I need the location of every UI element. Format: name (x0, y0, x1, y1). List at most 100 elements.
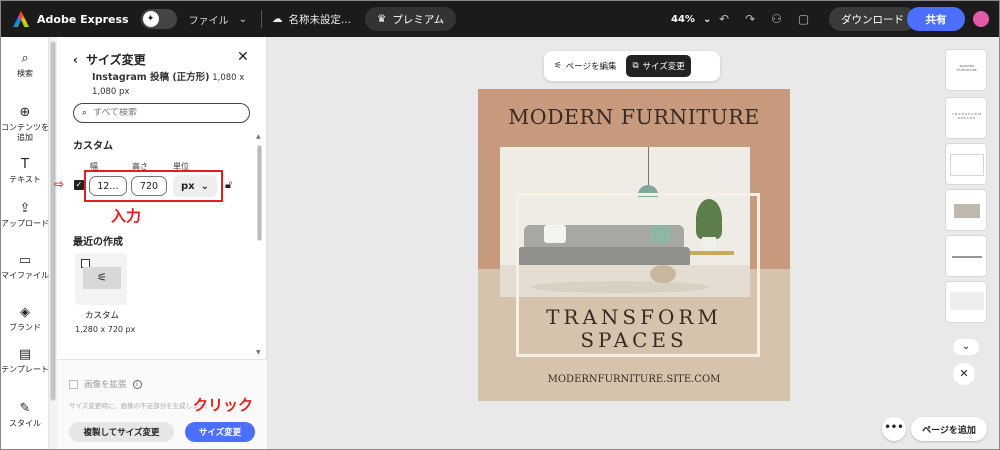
lamp-cord (648, 147, 649, 187)
design-line-2[interactable]: SPACES (478, 328, 790, 352)
duplicate-resize-button[interactable]: 複製してサイズ変更 (69, 422, 174, 442)
page-thumbnail-3[interactable] (945, 143, 987, 185)
text-icon: T (21, 157, 29, 172)
scroll-down-icon[interactable]: ▼ (256, 349, 261, 356)
rail-item-label: 検索 (17, 69, 33, 78)
resize-icon: ⧉ (632, 61, 639, 71)
rail-scrollbar[interactable] (49, 37, 57, 449)
thumb-line (952, 256, 982, 258)
design-canvas[interactable]: MODERN FURNITURE TRANSFORM SPACES MODERN… (478, 89, 790, 401)
zoom-level: 44% (671, 13, 695, 25)
page-thumbnail-1[interactable]: MODERN FURNITURE (945, 49, 987, 91)
document-name-label: 名称未設定... (288, 13, 351, 26)
canvas-toolbar: ⚟ ページを編集 ⧉ サイズ変更 (544, 51, 720, 81)
preset-dims-a: 1,080 x (212, 73, 245, 83)
preset-name: Instagram 投稿 (正方形) (92, 72, 210, 83)
cloud-icon: ☁ (271, 13, 283, 25)
quick-actions-toggle[interactable]: ✦ (140, 9, 177, 29)
page-thumbnails: MODERN FURNITURE TRANSFORM SPACES ⌄ ✕ (931, 37, 999, 449)
rail-item-my-files[interactable]: ▭ マイファイル (1, 253, 49, 281)
chevron-down-icon[interactable]: ⌄ (953, 339, 979, 355)
premium-label: プレミアム (392, 13, 445, 26)
close-icon[interactable]: ✕ (953, 363, 975, 385)
annotation-highlight-box (84, 170, 223, 202)
adobe-express-logo-icon[interactable] (13, 11, 29, 27)
expand-label: 画像を拡張 (84, 380, 127, 390)
annotation-input-label: 入力 (111, 207, 142, 225)
design-title[interactable]: MODERN FURNITURE (478, 105, 790, 129)
preset-info: Instagram 投稿 (正方形) 1,080 x 1,080 px (92, 71, 252, 99)
add-page-button[interactable]: ページを追加 (911, 417, 987, 441)
rail-item-label: アップロード (1, 219, 49, 228)
download-button[interactable]: ダウンロード (829, 7, 916, 31)
lock-icon[interactable]: 🔓︎ (225, 178, 232, 192)
file-menu[interactable]: ファイル ⌄ (189, 12, 247, 27)
scrollbar-thumb[interactable] (50, 41, 56, 401)
style-icon: ✎ (19, 401, 31, 416)
collaborate-icon[interactable]: ⚇ (771, 12, 782, 26)
sparkle-icon: ✦ (142, 11, 159, 27)
thumb-image (954, 204, 980, 218)
recent-section-title: 最近の作成 (73, 237, 123, 248)
rail-item-upload[interactable]: ⇪ アップロード (1, 201, 49, 229)
rail-item-label: コンテンツを追加 (1, 123, 49, 142)
zoom-control[interactable]: 44% ⌄ (671, 1, 711, 37)
rail-item-add-content[interactable]: ⊕ コンテンツを追加 (1, 105, 49, 143)
info-icon[interactable]: i (132, 379, 142, 389)
close-icon[interactable]: ✕ (237, 49, 249, 65)
rail-item-label: ブランド (9, 323, 41, 332)
top-icons: ↶ ↷ ⚇ ▢ (719, 1, 809, 37)
top-bar: Adobe Express ✦ ファイル ⌄ ☁ 名称未設定... ♛ プレミア… (1, 1, 999, 37)
page-thumbnail-6[interactable] (945, 281, 987, 323)
document-name[interactable]: ☁ 名称未設定... (272, 12, 351, 27)
rail-item-label: テンプレート (1, 365, 49, 374)
crown-icon: ♛ (376, 13, 387, 25)
chevron-down-icon: ⌄ (702, 13, 712, 25)
panel-footer: 画像を拡張 i サイズ変更時に、画像の不足部分を生成します。 クリック 複製して… (57, 359, 267, 449)
search-box[interactable]: ⌕ (73, 103, 250, 123)
page-thumbnail-2[interactable]: TRANSFORM SPACES (945, 97, 987, 139)
checkbox-checked-icon[interactable]: ✓ (74, 180, 84, 190)
sliders-icon: ⚟ (554, 61, 562, 71)
design-line-1[interactable]: TRANSFORM (478, 305, 790, 329)
comment-icon[interactable]: ▢ (798, 12, 809, 26)
panel-header: ‹ サイズ変更 (73, 51, 146, 68)
more-options-button[interactable]: ••• (882, 417, 906, 441)
undo-icon[interactable]: ↶ (719, 12, 729, 26)
checkbox[interactable] (69, 379, 78, 389)
panel-title: サイズ変更 (85, 53, 146, 67)
plus-circle-icon: ⊕ (19, 105, 31, 120)
back-arrow-icon[interactable]: ‹ (73, 53, 78, 67)
rail-item-text[interactable]: T テキスト (1, 157, 49, 185)
page-thumbnail-5[interactable] (945, 235, 987, 277)
scroll-up-icon[interactable]: ▲ (256, 133, 261, 140)
rail-item-brand[interactable]: ◈ ブランド (1, 305, 49, 333)
resize-tool-label: サイズ変更 (642, 62, 685, 72)
page-thumbnail-4[interactable] (945, 189, 987, 231)
search-input[interactable] (93, 108, 234, 118)
share-button[interactable]: 共有 (907, 7, 965, 31)
divider (260, 10, 262, 28)
scrollbar-thumb[interactable] (257, 145, 262, 241)
rail-item-search[interactable]: ⌕ 検索 (1, 51, 49, 79)
panel-scrollbar[interactable]: ▲ ▼ (256, 133, 263, 359)
search-icon: ⌕ (82, 108, 88, 118)
recent-item-card[interactable]: ⚟ (75, 253, 127, 305)
resize-tool-button[interactable]: ⧉ サイズ変更 (626, 55, 691, 77)
rail-item-templates[interactable]: ▤ テンプレート (1, 347, 49, 375)
left-rail: ⌕ 検索 ⊕ コンテンツを追加 T テキスト ⇪ アップロード ▭ マイファイル… (1, 37, 49, 449)
avatar[interactable] (973, 11, 989, 27)
expand-image-option[interactable]: 画像を拡張 i (69, 378, 142, 390)
sliders-icon: ⚟ (83, 267, 121, 289)
rail-item-style[interactable]: ✎ スタイル (1, 401, 49, 429)
redo-icon[interactable]: ↷ (745, 12, 755, 26)
edit-page-button[interactable]: ⚟ ページを編集 (548, 55, 622, 77)
recent-item-size: 1,280 x 720 px (75, 325, 136, 334)
file-menu-label: ファイル (188, 15, 229, 27)
resize-button[interactable]: サイズ変更 (185, 422, 255, 442)
chevron-down-icon: ⌄ (238, 13, 247, 25)
brand-name: Adobe Express (37, 12, 129, 26)
premium-button[interactable]: ♛ プレミアム (364, 7, 457, 31)
design-url[interactable]: MODERNFURNITURE.SITE.COM (478, 374, 790, 385)
upload-icon: ⇪ (19, 201, 31, 216)
